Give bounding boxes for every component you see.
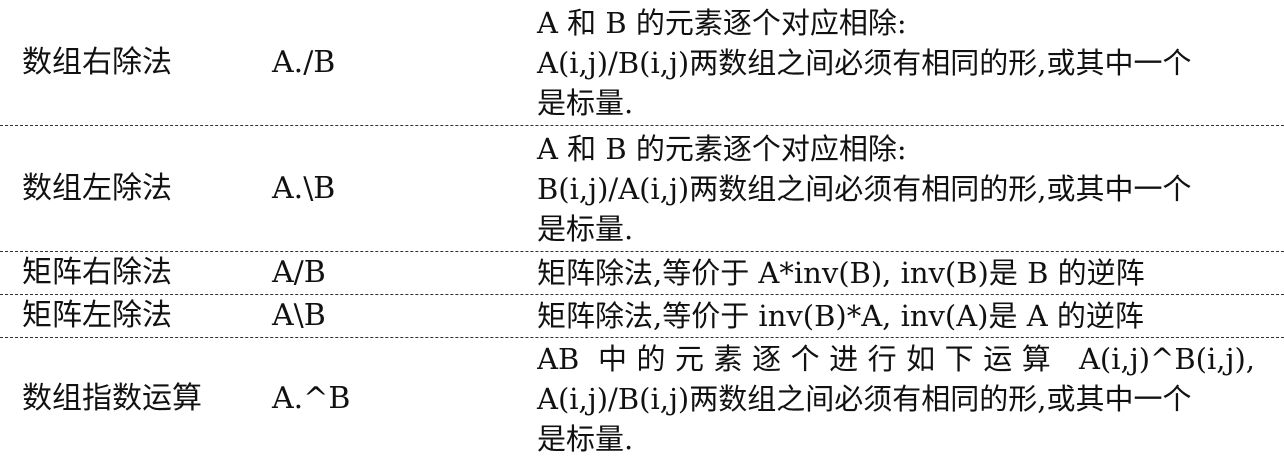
description-line: A(i,j)/B(i,j)两数组之间必须有相同的形,或其中一个	[537, 45, 1192, 80]
table-row: 数组指数运算 A.^B AB 中的元素逐个进行如下运算 A(i,j)^B(i,j…	[0, 338, 1284, 460]
operation-description: 矩阵除法,等价于 inv(B)*A, inv(A)是 A 的逆阵	[537, 295, 1272, 337]
table-row: 数组左除法 A.\B A 和 B 的元素逐个对应相除: B(i,j)/A(i,j…	[0, 126, 1284, 251]
table-row: 矩阵右除法 A/B 矩阵除法,等价于 A*inv(B), inv(B)是 B 的…	[0, 252, 1284, 294]
operation-description: 矩阵除法,等价于 A*inv(B), inv(B)是 B 的逆阵	[537, 252, 1272, 294]
operation-name: 数组右除法	[22, 44, 172, 80]
operator-symbol: A.^B	[272, 381, 351, 416]
table-row: 数组右除法 A./B A 和 B 的元素逐个对应相除: A(i,j)/B(i,j…	[0, 0, 1284, 125]
description-line: AB 中的元素逐个进行如下运算 A(i,j)^B(i,j),	[537, 342, 1255, 376]
operator-symbol: A/B	[272, 255, 326, 290]
description-line: A 和 B 的元素逐个对应相除:	[537, 5, 907, 40]
description-line: 是标量.	[537, 85, 634, 120]
description-line: 矩阵除法,等价于 inv(B)*A, inv(A)是 A 的逆阵	[537, 299, 1144, 333]
operator-symbol: A.\B	[272, 170, 336, 206]
operation-name: 数组指数运算	[22, 381, 202, 416]
description-line: B(i,j)/A(i,j)两数组之间必须有相同的形,或其中一个	[537, 171, 1192, 206]
operation-description: A 和 B 的元素逐个对应相除: B(i,j)/A(i,j)两数组之间必须有相同…	[537, 126, 1272, 251]
description-line: 是标量.	[537, 422, 634, 456]
description-line: A(i,j)/B(i,j)两数组之间必须有相同的形,或其中一个	[537, 382, 1192, 416]
operation-description: AB 中的元素逐个进行如下运算 A(i,j)^B(i,j), A(i,j)/B(…	[537, 338, 1272, 460]
description-line: 是标量.	[537, 211, 634, 246]
operator-symbol: A./B	[272, 44, 336, 80]
operation-name: 矩阵右除法	[22, 255, 172, 290]
description-line: A 和 B 的元素逐个对应相除:	[537, 131, 907, 166]
operator-symbol: A\B	[272, 298, 326, 333]
operation-name: 数组左除法	[22, 170, 172, 206]
operation-description: A 和 B 的元素逐个对应相除: A(i,j)/B(i,j)两数组之间必须有相同…	[537, 0, 1272, 125]
table-row: 矩阵左除法 A\B 矩阵除法,等价于 inv(B)*A, inv(A)是 A 的…	[0, 295, 1284, 337]
operator-table: 数组右除法 A./B A 和 B 的元素逐个对应相除: A(i,j)/B(i,j…	[0, 0, 1284, 460]
description-line: 矩阵除法,等价于 A*inv(B), inv(B)是 B 的逆阵	[537, 256, 1145, 290]
operation-name: 矩阵左除法	[22, 298, 172, 333]
